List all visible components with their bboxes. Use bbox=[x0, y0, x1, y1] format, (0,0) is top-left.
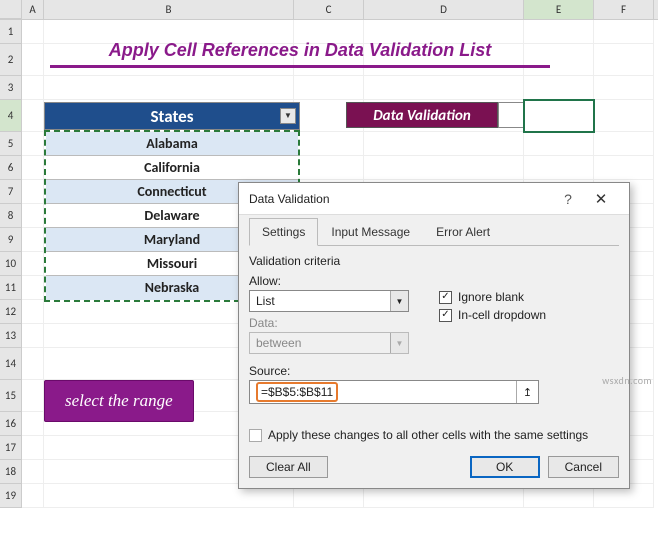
row-header[interactable]: 18 bbox=[0, 460, 22, 484]
states-header-cell[interactable]: States ▼ bbox=[44, 102, 300, 130]
incell-label: In-cell dropdown bbox=[458, 308, 546, 322]
filter-dropdown-button[interactable]: ▼ bbox=[280, 108, 296, 124]
states-header-label: States bbox=[150, 106, 193, 127]
row-header[interactable]: 15 bbox=[0, 380, 22, 412]
incell-dropdown-checkbox[interactable]: ✓ In-cell dropdown bbox=[439, 308, 546, 322]
row-header[interactable]: 2 bbox=[0, 44, 22, 76]
row-header[interactable]: 5 bbox=[0, 132, 22, 156]
ok-button[interactable]: OK bbox=[470, 456, 540, 478]
help-icon: ? bbox=[564, 191, 572, 207]
tab-input-message[interactable]: Input Message bbox=[318, 218, 423, 246]
data-validation-dialog: Data Validation ? ✕ Settings Input Messa… bbox=[238, 182, 630, 489]
close-button[interactable]: ✕ bbox=[583, 190, 619, 208]
source-label: Source: bbox=[249, 364, 619, 378]
range-selector-button[interactable]: ↥ bbox=[516, 381, 538, 403]
col-header-F[interactable]: F bbox=[594, 0, 654, 19]
col-header-C[interactable]: C bbox=[294, 0, 364, 19]
data-value: between bbox=[256, 336, 301, 350]
tab-settings[interactable]: Settings bbox=[249, 218, 318, 246]
row-header[interactable]: 11 bbox=[0, 276, 22, 300]
data-label: Data: bbox=[249, 316, 419, 330]
checkbox-icon: ✓ bbox=[439, 309, 452, 322]
page-title: Apply Cell References in Data Validation… bbox=[50, 40, 550, 68]
dialog-tabs: Settings Input Message Error Alert bbox=[249, 217, 619, 246]
row-header[interactable]: 3 bbox=[0, 76, 22, 100]
selected-cell-E4[interactable] bbox=[524, 100, 594, 132]
col-header-B[interactable]: B bbox=[44, 0, 294, 19]
dialog-title: Data Validation bbox=[249, 192, 553, 206]
collapse-dialog-icon: ↥ bbox=[523, 386, 532, 399]
annotation-note: select the range bbox=[44, 380, 194, 422]
close-icon: ✕ bbox=[595, 191, 608, 208]
help-button[interactable]: ? bbox=[553, 191, 583, 207]
tab-error-alert[interactable]: Error Alert bbox=[423, 218, 503, 246]
row-header[interactable]: 12 bbox=[0, 300, 22, 324]
dialog-titlebar[interactable]: Data Validation ? ✕ bbox=[239, 183, 629, 215]
chevron-down-icon: ▼ bbox=[284, 102, 292, 130]
col-header-A[interactable]: A bbox=[22, 0, 44, 19]
data-select: between ▼ bbox=[249, 332, 409, 354]
page-title-wrap: Apply Cell References in Data Validation… bbox=[50, 40, 550, 68]
source-value-highlighted: =$B$5:$B$11 bbox=[256, 382, 338, 402]
col-header-D[interactable]: D bbox=[364, 0, 524, 19]
row-header[interactable]: 17 bbox=[0, 436, 22, 460]
cancel-button[interactable]: Cancel bbox=[548, 456, 619, 478]
source-input[interactable]: =$B$5:$B$11 ↥ bbox=[249, 380, 539, 404]
chevron-down-icon: ▼ bbox=[390, 291, 408, 311]
watermark: wsxdn.com bbox=[602, 374, 652, 387]
checkbox-icon bbox=[249, 429, 262, 442]
row-header[interactable]: 13 bbox=[0, 324, 22, 348]
row-header[interactable]: 1 bbox=[0, 20, 22, 44]
col-header-E[interactable]: E bbox=[524, 0, 594, 19]
row-header[interactable]: 10 bbox=[0, 252, 22, 276]
row-header[interactable]: 4 bbox=[0, 100, 22, 132]
row-header[interactable]: 7 bbox=[0, 180, 22, 204]
table-row[interactable]: Alabama bbox=[46, 132, 298, 156]
apply-label: Apply these changes to all other cells w… bbox=[268, 428, 588, 442]
column-headers: A B C D E F bbox=[0, 0, 658, 20]
chevron-down-icon: ▼ bbox=[390, 333, 408, 353]
select-all-corner[interactable] bbox=[0, 0, 22, 19]
allow-value: List bbox=[256, 294, 275, 308]
data-validation-label: Data Validation bbox=[346, 102, 498, 128]
row-header[interactable]: 14 bbox=[0, 348, 22, 380]
apply-changes-checkbox[interactable]: Apply these changes to all other cells w… bbox=[249, 428, 619, 442]
criteria-label: Validation criteria bbox=[249, 254, 619, 268]
row-header[interactable]: 6 bbox=[0, 156, 22, 180]
ignore-blank-checkbox[interactable]: ✓ Ignore blank bbox=[439, 290, 546, 304]
row-header[interactable]: 9 bbox=[0, 228, 22, 252]
dialog-footer: Clear All OK Cancel bbox=[249, 442, 619, 478]
allow-select[interactable]: List ▼ bbox=[249, 290, 409, 312]
ignore-blank-label: Ignore blank bbox=[458, 290, 524, 304]
row-header[interactable]: 8 bbox=[0, 204, 22, 228]
clear-all-button[interactable]: Clear All bbox=[249, 456, 328, 478]
checkbox-icon: ✓ bbox=[439, 291, 452, 304]
row-header[interactable]: 19 bbox=[0, 484, 22, 508]
allow-label: Allow: bbox=[249, 274, 419, 288]
row-header[interactable]: 16 bbox=[0, 412, 22, 436]
table-row[interactable]: California bbox=[46, 156, 298, 180]
